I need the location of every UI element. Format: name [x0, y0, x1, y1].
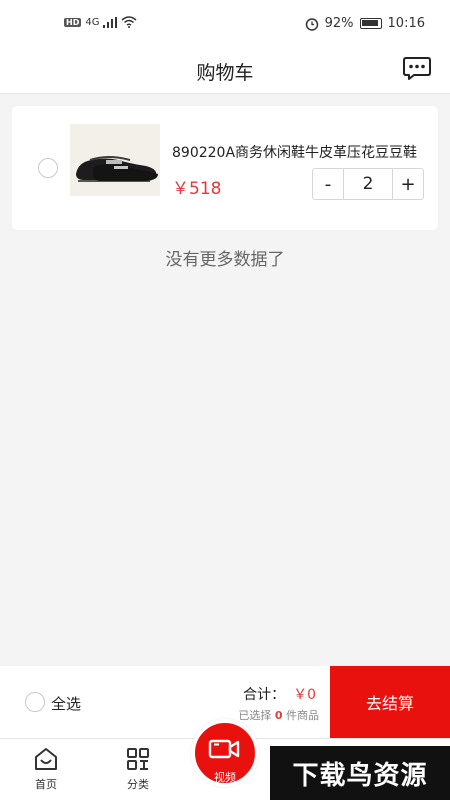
- tab-home-label: 首页: [35, 778, 57, 791]
- quantity-input[interactable]: 2: [343, 169, 393, 199]
- shoe-image: [70, 124, 160, 196]
- category-icon: [127, 748, 149, 770]
- selected-count: 0: [274, 709, 283, 722]
- tab-home[interactable]: 首页: [16, 745, 76, 792]
- chat-bubble-icon[interactable]: [402, 53, 432, 83]
- watermark: 下载鸟资源: [270, 746, 450, 800]
- status-bar: HD 4G 92% 10:16: [0, 0, 450, 48]
- home-icon: [35, 748, 57, 770]
- video-label: 视频: [214, 771, 236, 784]
- signal-icon: [103, 16, 118, 28]
- tab-category[interactable]: 分类: [108, 745, 168, 792]
- hd-badge: HD: [64, 17, 82, 27]
- increment-button[interactable]: +: [393, 169, 423, 199]
- product-name[interactable]: 890220A商务休闲鞋牛皮革压花豆豆鞋: [172, 142, 417, 162]
- checkout-button[interactable]: 去结算: [330, 666, 450, 738]
- decrement-button[interactable]: -: [313, 169, 343, 199]
- selected-suffix: 件商品: [286, 709, 319, 722]
- network-label: 4G: [85, 16, 100, 28]
- page-title: 购物车: [196, 62, 254, 84]
- total-label: 合计：: [243, 687, 286, 703]
- battery-percent: 92%: [324, 16, 354, 31]
- cart-item-card: 890220A商务休闲鞋牛皮革压花豆豆鞋 ￥518 - 2 +: [12, 106, 438, 230]
- battery-icon: [359, 18, 382, 29]
- status-right: 92% 10:16: [305, 16, 425, 31]
- video-button[interactable]: 视频: [191, 719, 259, 787]
- selected-prefix: 已选择: [238, 709, 272, 722]
- tab-category-label: 分类: [127, 778, 149, 791]
- header: 购物车: [0, 48, 450, 94]
- wifi-icon: [121, 16, 137, 28]
- product-price: ￥518: [172, 179, 222, 199]
- product-image[interactable]: [70, 124, 160, 196]
- no-more-data-text: 没有更多数据了: [165, 250, 285, 270]
- video-camera-icon: [208, 739, 240, 759]
- item-select-radio[interactable]: [38, 158, 58, 178]
- select-all-label[interactable]: 全选: [51, 693, 81, 714]
- select-all-radio[interactable]: [25, 692, 45, 712]
- quantity-stepper: - 2 +: [312, 168, 424, 200]
- alarm-icon: [305, 17, 318, 31]
- total-value: ￥0: [293, 687, 316, 703]
- status-left: HD 4G: [64, 16, 137, 28]
- clock: 10:16: [387, 16, 425, 31]
- total-row: 合计： ￥0: [243, 684, 316, 704]
- selected-count-row: 已选择 0 件商品: [238, 707, 319, 723]
